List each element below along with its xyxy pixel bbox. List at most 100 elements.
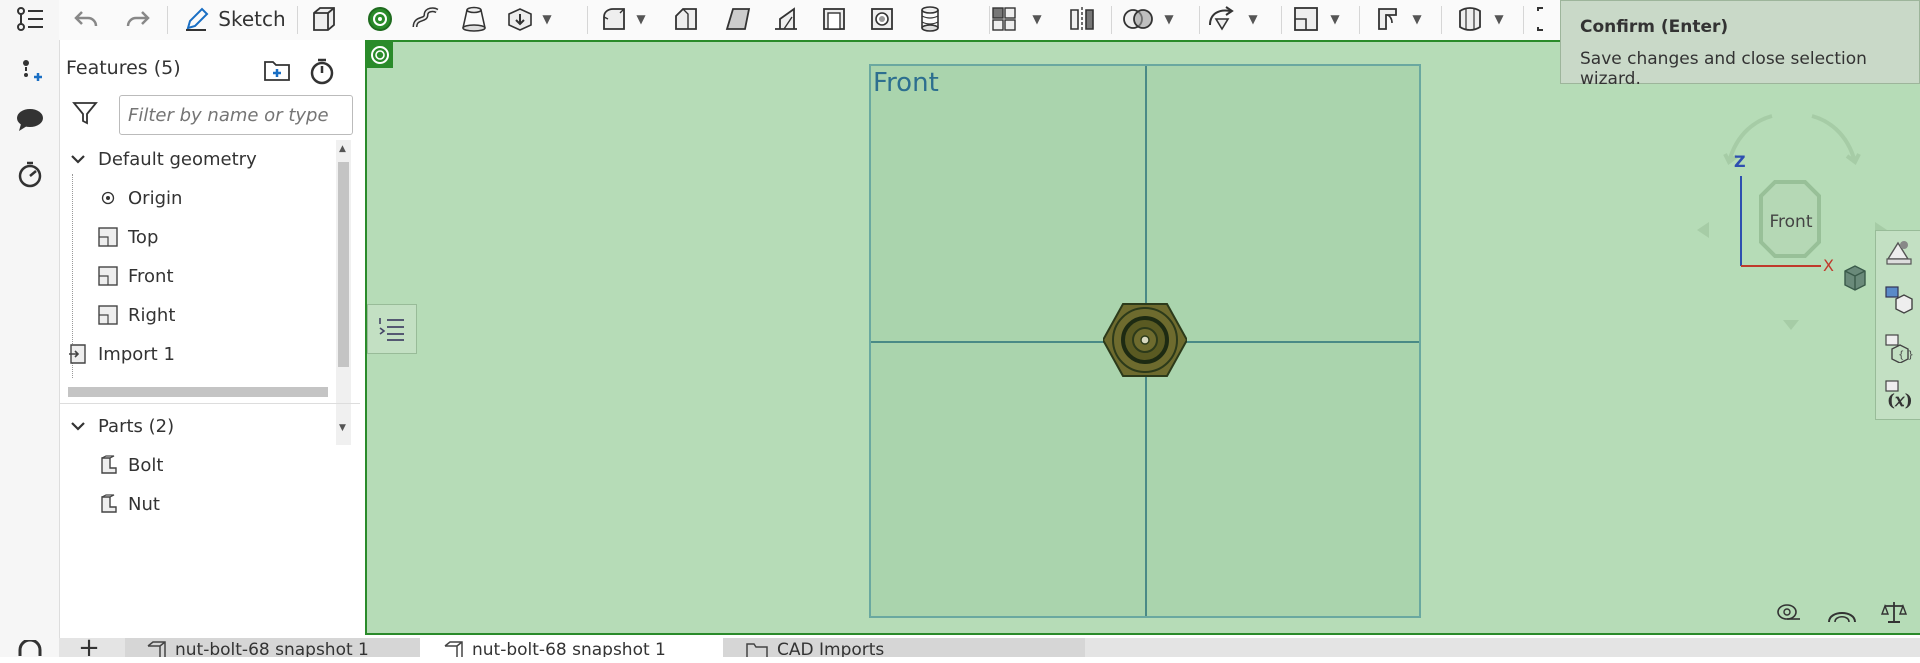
fillet-icon[interactable]: [599, 4, 629, 34]
folder-icon: [745, 640, 769, 657]
tooltip-body: Save changes and close selection wizard.: [1580, 49, 1867, 89]
add-mate-connector-icon[interactable]: [14, 54, 46, 86]
measure-tape-icon[interactable]: [1775, 602, 1803, 628]
comments-icon[interactable]: [14, 104, 46, 136]
vertical-scrollbar[interactable]: ▲ ▼: [336, 140, 351, 445]
part-icon: [96, 453, 120, 477]
surface-icon[interactable]: [1453, 4, 1487, 34]
parts-group[interactable]: Parts (2): [66, 414, 174, 438]
chevron-down-icon: ▼: [1412, 12, 1422, 26]
chevron-down-icon: ▼: [1330, 12, 1340, 26]
shell-icon[interactable]: [819, 4, 849, 34]
sweep-icon[interactable]: [411, 4, 441, 34]
svg-text:{ }: { }: [1898, 350, 1914, 361]
appearance-icon[interactable]: [1884, 237, 1916, 269]
left-rail: [0, 0, 60, 657]
rollback-timer-icon[interactable]: [308, 56, 338, 86]
section-view-icon[interactable]: [1827, 602, 1857, 628]
tree-item-top[interactable]: Top: [96, 225, 158, 249]
feature-list-toggle[interactable]: [367, 304, 417, 354]
custom-features-icon[interactable]: (𝑥): [1884, 379, 1916, 411]
parts-label: Parts (2): [98, 415, 175, 437]
more-tools-icon[interactable]: [1533, 4, 1559, 34]
part-icon: [96, 492, 120, 516]
chevron-down-icon: [66, 147, 90, 171]
hole-icon[interactable]: [867, 4, 897, 34]
tree-item-front[interactable]: Front: [96, 264, 174, 288]
view-cube[interactable]: Front Z X: [1697, 82, 1887, 332]
tree-item-label: Top: [128, 226, 159, 248]
tab-cad-imports[interactable]: CAD Imports: [723, 638, 1085, 657]
plane-icon[interactable]: [1291, 4, 1321, 34]
sheet-metal-dropdown[interactable]: ▼: [1407, 4, 1427, 34]
import-icon: [66, 342, 90, 366]
tooltip-title: Confirm (Enter): [1580, 17, 1729, 37]
default-geometry-group[interactable]: Default geometry: [66, 147, 257, 171]
extrude-icon[interactable]: [309, 4, 339, 34]
configurations-icon[interactable]: [1884, 285, 1916, 317]
undo-icon[interactable]: [71, 4, 101, 34]
transform-dropdown[interactable]: ▼: [1243, 4, 1263, 34]
tooltip: Confirm (Enter) Save changes and close s…: [1560, 0, 1920, 89]
tab-label: nut-bolt-68 snapshot 1: [472, 640, 666, 657]
plane-icon: [96, 303, 120, 327]
plane-dropdown[interactable]: ▼: [1325, 4, 1345, 34]
chamfer-icon[interactable]: [671, 4, 701, 34]
plane-label: Front: [873, 68, 939, 98]
tab-bar: + nut-bolt-68 snapshot 1 nut-bolt-68 sna…: [59, 635, 1920, 661]
graphics-viewport[interactable]: Front Front Z X {} (𝑥): [365, 40, 1920, 635]
default-geometry-label: Default geometry: [98, 148, 257, 170]
right-panel: { } (𝑥): [1875, 230, 1920, 420]
draft-icon[interactable]: [723, 4, 753, 34]
add-folder-icon[interactable]: [262, 56, 292, 86]
pattern-dropdown[interactable]: ▼: [1027, 4, 1047, 34]
tree-item-label: Import 1: [98, 343, 175, 365]
part-studio-icon: [442, 640, 464, 657]
app-store-icon[interactable]: [14, 640, 46, 657]
feature-list-icon[interactable]: [14, 4, 46, 36]
features-header: Features (5): [66, 57, 181, 79]
horizontal-scrollbar[interactable]: [68, 387, 328, 397]
fillet-dropdown[interactable]: ▼: [631, 4, 651, 34]
variable-table-icon[interactable]: { }: [1884, 333, 1916, 365]
chevron-down-icon: ▼: [1248, 12, 1258, 26]
revolve-icon[interactable]: [365, 4, 395, 34]
chevron-down-icon: ▼: [1032, 12, 1042, 26]
filter-input[interactable]: [119, 95, 353, 135]
tab-label: CAD Imports: [777, 640, 885, 657]
thicken-icon[interactable]: [505, 4, 535, 34]
part-item-nut[interactable]: Nut: [96, 492, 160, 516]
chevron-down-icon: ▼: [542, 12, 552, 26]
svg-text:(𝑥): (𝑥): [1887, 391, 1913, 409]
tab-label: nut-bolt-68 snapshot 1: [175, 640, 369, 657]
part-item-bolt[interactable]: Bolt: [96, 453, 163, 477]
tree-item-right[interactable]: Right: [96, 303, 175, 327]
history-timer-icon[interactable]: [14, 158, 46, 190]
view-options-icon[interactable]: [1841, 264, 1871, 294]
thread-cylinder-icon[interactable]: [915, 4, 945, 34]
mass-properties-icon[interactable]: [1880, 600, 1909, 628]
redo-icon[interactable]: [123, 4, 153, 34]
sketch-button[interactable]: Sketch: [177, 4, 293, 34]
transform-icon[interactable]: [1205, 4, 1239, 34]
axis-z-label: Z: [1734, 152, 1746, 171]
extrude-group-dropdown[interactable]: ▼: [537, 4, 557, 34]
active-feature-badge: [367, 42, 393, 68]
rib-icon[interactable]: [771, 4, 801, 34]
tree-item-origin[interactable]: Origin: [96, 186, 182, 210]
chevron-down-icon: ▼: [636, 12, 646, 26]
pattern-icon[interactable]: [989, 4, 1019, 34]
surface-dropdown[interactable]: ▼: [1489, 4, 1509, 34]
tree-item-label: Right: [128, 304, 176, 326]
sheet-metal-icon[interactable]: [1371, 4, 1405, 34]
mirror-icon[interactable]: [1067, 4, 1097, 34]
add-tab-icon[interactable]: +: [59, 635, 119, 661]
pencil-icon: [186, 7, 209, 31]
list-icon: [379, 318, 404, 341]
loft-icon[interactable]: [459, 4, 489, 34]
boolean-icon[interactable]: [1121, 4, 1155, 34]
boolean-dropdown[interactable]: ▼: [1159, 4, 1179, 34]
tree-item-import-1[interactable]: Import 1: [66, 342, 175, 366]
filter-icon[interactable]: [72, 100, 100, 128]
nut-bolt-part[interactable]: [1101, 302, 1189, 378]
